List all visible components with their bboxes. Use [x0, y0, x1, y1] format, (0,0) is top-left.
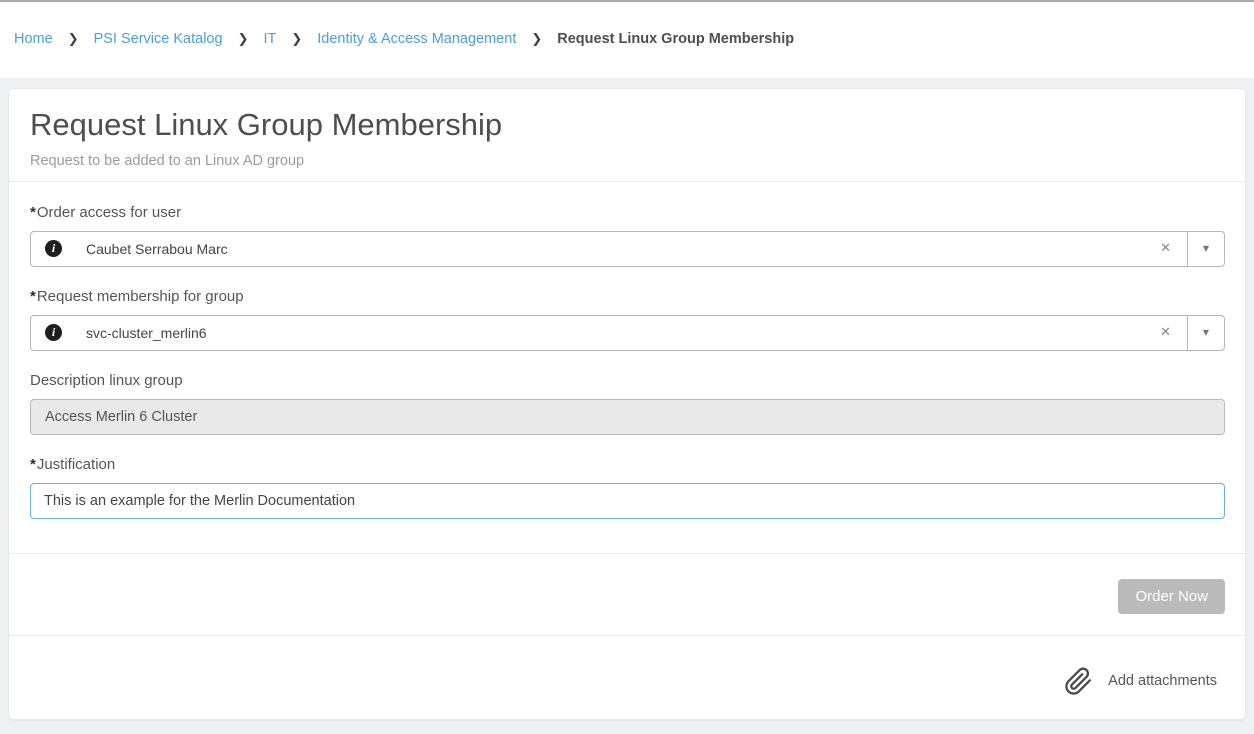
justification-label: * Justification: [30, 456, 1225, 474]
info-icon[interactable]: i: [45, 240, 62, 257]
page-title: Request Linux Group Membership: [30, 107, 1225, 143]
info-icon[interactable]: i: [45, 324, 62, 341]
chevron-down-icon[interactable]: ▼: [1187, 232, 1224, 266]
breadcrumb-home[interactable]: Home: [14, 31, 53, 47]
order-access-for-user-value: Caubet Serrabou Marc: [86, 241, 1144, 257]
order-access-for-user-select[interactable]: i Caubet Serrabou Marc ✕ ▼: [30, 231, 1225, 267]
add-attachments-button[interactable]: Add attachments: [9, 635, 1245, 727]
catalog-item-header: Request Linux Group Membership Request t…: [9, 89, 1245, 182]
clear-icon[interactable]: ✕: [1144, 241, 1187, 256]
justification-input[interactable]: [30, 483, 1225, 519]
field-label-text: Description linux group: [30, 372, 183, 390]
request-membership-for-group-label: * Request membership for group: [30, 288, 1225, 306]
field-label-text: Order access for user: [37, 204, 181, 222]
field-label-text: Justification: [37, 456, 115, 474]
breadcrumb-psi-service-katalog[interactable]: PSI Service Katalog: [94, 31, 223, 47]
clear-icon[interactable]: ✕: [1144, 325, 1187, 340]
chevron-right-icon: ❯: [238, 32, 249, 47]
required-marker: *: [30, 204, 36, 222]
breadcrumb-current-page: Request Linux Group Membership: [557, 31, 794, 47]
required-marker: *: [30, 288, 36, 306]
request-form: * Order access for user i Caubet Serrabo…: [9, 182, 1245, 553]
required-marker: *: [30, 456, 36, 474]
add-attachments-label: Add attachments: [1108, 673, 1217, 689]
request-membership-for-group-select[interactable]: i svc-cluster_merlin6 ✕ ▼: [30, 315, 1225, 351]
chevron-right-icon: ❯: [291, 32, 302, 47]
breadcrumb: Home ❯ PSI Service Katalog ❯ IT ❯ Identi…: [0, 2, 1254, 47]
paperclip-icon: [1064, 667, 1093, 696]
description-linux-group-field: [30, 399, 1225, 435]
catalog-item-panel: Request Linux Group Membership Request t…: [8, 88, 1246, 720]
description-linux-group-label: Description linux group: [30, 372, 1225, 390]
chevron-right-icon: ❯: [68, 32, 79, 47]
request-membership-for-group-value: svc-cluster_merlin6: [86, 325, 1144, 341]
chevron-down-icon[interactable]: ▼: [1187, 316, 1224, 350]
order-actions-row: Order Now: [9, 553, 1245, 635]
breadcrumb-identity-access-management[interactable]: Identity & Access Management: [317, 31, 516, 47]
field-label-text: Request membership for group: [37, 288, 244, 306]
breadcrumb-bar: Home ❯ PSI Service Katalog ❯ IT ❯ Identi…: [0, 0, 1254, 78]
breadcrumb-it[interactable]: IT: [263, 31, 276, 47]
page-subtitle: Request to be added to an Linux AD group: [30, 153, 1225, 169]
order-now-button[interactable]: Order Now: [1118, 579, 1225, 614]
order-access-for-user-label: * Order access for user: [30, 204, 1225, 222]
chevron-right-icon: ❯: [531, 32, 542, 47]
